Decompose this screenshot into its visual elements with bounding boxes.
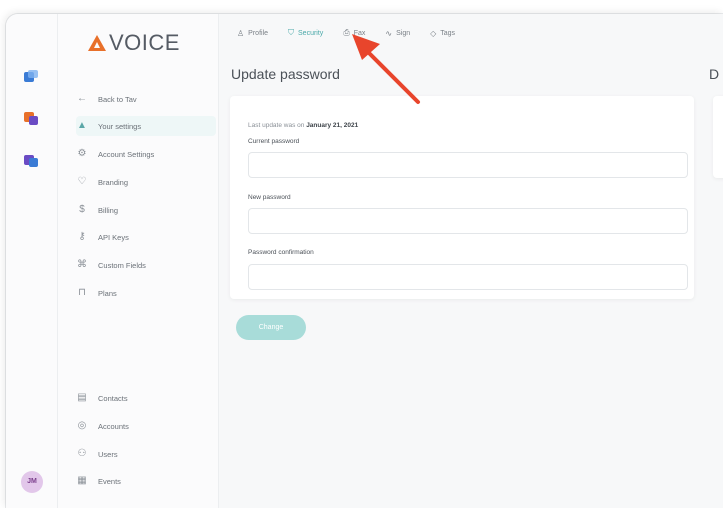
tag-icon: ◇ bbox=[430, 28, 437, 38]
lock-icon: ⊓ bbox=[78, 287, 86, 298]
settings-sidebar: VOICE ← Back to Tav ▲ Your settings ⚙ Ac… bbox=[58, 14, 219, 508]
last-update-prefix: Last update was on bbox=[248, 122, 305, 129]
new-password-field[interactable] bbox=[248, 208, 688, 234]
dollar-icon: $ bbox=[79, 204, 85, 215]
sidebar-item-events[interactable]: ▦ Events bbox=[76, 471, 216, 491]
tab-label: Tags bbox=[440, 29, 456, 37]
sidebar-item-billing[interactable]: $ Billing bbox=[76, 200, 216, 220]
sidebar-item-plans[interactable]: ⊓ Plans bbox=[76, 283, 216, 303]
sidebar-item-label: Branding bbox=[98, 177, 129, 187]
sidebar-item-label: Billing bbox=[98, 205, 119, 215]
new-password-label: New password bbox=[248, 194, 291, 201]
sidebar-item-label: Your settings bbox=[98, 121, 142, 131]
tab-tags[interactable]: ◇ Tags bbox=[430, 28, 455, 38]
page-title: Update password bbox=[231, 66, 340, 82]
password-confirmation-field[interactable] bbox=[248, 264, 688, 290]
logo-text: VOICE bbox=[109, 30, 180, 55]
logo: VOICE bbox=[88, 30, 180, 56]
sidebar-item-your-settings[interactable]: ▲ Your settings bbox=[76, 116, 216, 136]
sidebar-item-account-settings[interactable]: ⚙ Account Settings bbox=[76, 144, 216, 164]
sidebar-item-label: Contacts bbox=[98, 393, 128, 403]
sidebar-item-label: Custom Fields bbox=[98, 260, 146, 270]
app-purple-icon[interactable] bbox=[24, 153, 38, 167]
sidebar-item-label: Users bbox=[98, 449, 118, 459]
sidebar-item-users[interactable]: ⚇ Users bbox=[76, 444, 216, 464]
sidebar-item-label: API Keys bbox=[98, 232, 129, 242]
main-content: ♙ Profile ⛉ Security ⎙ Fax ∿ Sign ◇ Tags… bbox=[219, 14, 723, 508]
user-icon: ▲ bbox=[77, 120, 87, 131]
sidebar-item-label: Back to Tav bbox=[98, 94, 137, 104]
sidebar-item-label: Accounts bbox=[98, 421, 129, 431]
logo-mark-icon bbox=[88, 35, 106, 51]
sidebar-item-accounts[interactable]: ◎ Accounts bbox=[76, 416, 216, 436]
change-password-button[interactable]: Change bbox=[236, 315, 306, 340]
tab-profile[interactable]: ♙ Profile bbox=[237, 28, 268, 38]
current-password-label: Current password bbox=[248, 138, 300, 145]
sidebar-item-label: Plans bbox=[98, 288, 117, 298]
sidebar-item-label: Account Settings bbox=[98, 149, 155, 159]
avatar[interactable]: JM bbox=[21, 471, 43, 493]
sidebar-item-branding[interactable]: ♡ Branding bbox=[76, 172, 216, 192]
fields-icon: ⌘ bbox=[77, 259, 87, 270]
last-update-date: January 21, 2021 bbox=[306, 122, 359, 129]
side-card bbox=[713, 96, 723, 178]
next-section-title: D bbox=[709, 66, 720, 82]
events-icon: ▦ bbox=[77, 475, 87, 486]
arrow-left-icon: ← bbox=[77, 93, 87, 104]
tab-label: Security bbox=[298, 29, 324, 37]
sidebar-item-api-keys[interactable]: ⚷ API Keys bbox=[76, 227, 216, 247]
sidebar-item-custom-fields[interactable]: ⌘ Custom Fields bbox=[76, 255, 216, 275]
current-password-field[interactable] bbox=[248, 152, 688, 178]
sidebar-item-contacts[interactable]: ▤ Contacts bbox=[76, 388, 216, 408]
sidebar-item-label: Events bbox=[98, 476, 121, 486]
contacts-icon: ▤ bbox=[77, 392, 87, 403]
accounts-icon: ◎ bbox=[77, 420, 87, 431]
app-blue-icon[interactable] bbox=[24, 70, 38, 84]
app-orange-icon[interactable] bbox=[24, 111, 38, 125]
app-rail: JM bbox=[6, 14, 58, 508]
shield-icon: ⛉ bbox=[288, 28, 295, 37]
brand-icon: ♡ bbox=[77, 176, 87, 187]
profile-icon: ♙ bbox=[237, 28, 245, 38]
password-confirmation-label: Password confirmation bbox=[248, 249, 314, 256]
annotation-arrow-icon bbox=[352, 34, 420, 104]
key-icon: ⚷ bbox=[78, 231, 86, 242]
update-password-card: Last update was on January 21, 2021 Curr… bbox=[230, 96, 694, 299]
tab-label: Profile bbox=[248, 29, 269, 37]
settings-icon: ⚙ bbox=[77, 148, 87, 159]
users-icon: ⚇ bbox=[77, 448, 87, 459]
last-update-text: Last update was on January 21, 2021 bbox=[248, 122, 358, 129]
sidebar-item-back[interactable]: ← Back to Tav bbox=[76, 89, 216, 109]
tab-security[interactable]: ⛉ Security bbox=[288, 28, 323, 38]
